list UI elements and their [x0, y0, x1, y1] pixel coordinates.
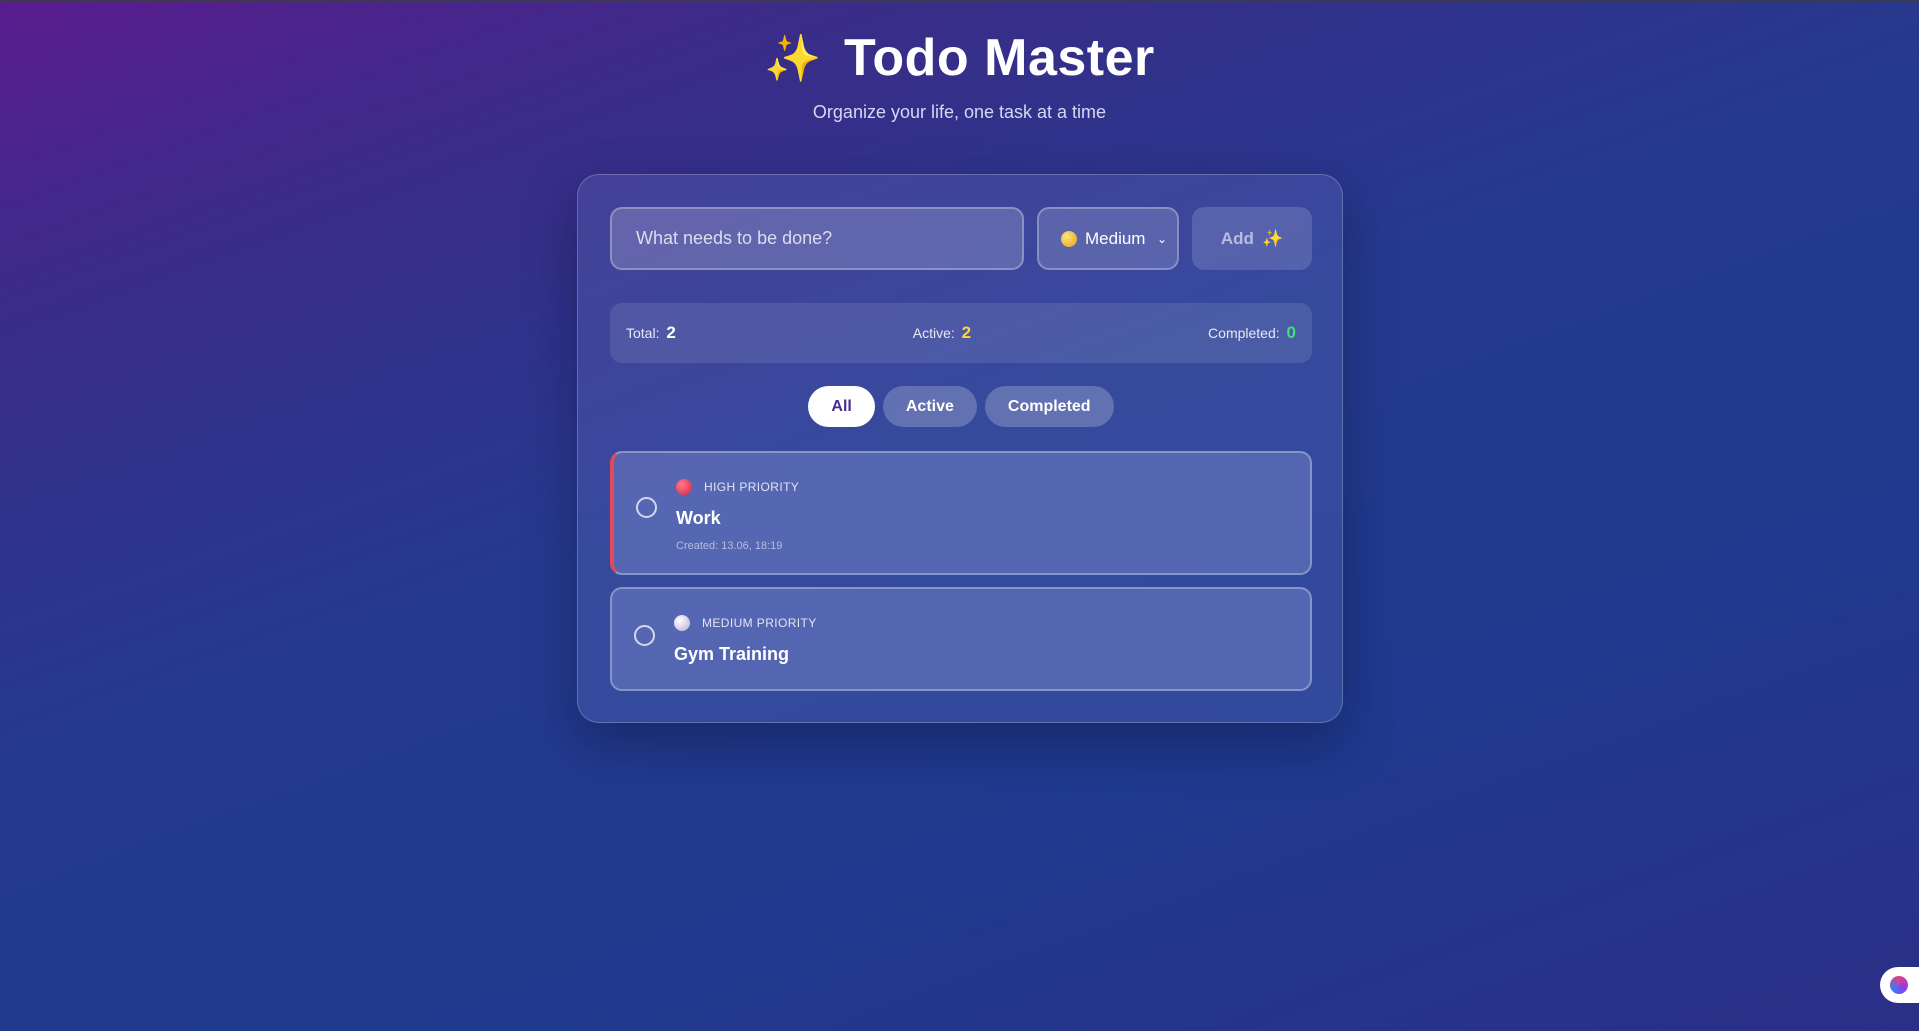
- add-button[interactable]: Add ✨: [1192, 207, 1312, 270]
- stat-total-value: 2: [666, 323, 676, 342]
- todo-item[interactable]: HIGH PRIORITY Work Created: 13.06, 18:19: [610, 451, 1312, 575]
- priority-select[interactable]: Medium ⌄: [1037, 207, 1179, 270]
- filter-all[interactable]: All: [808, 386, 875, 427]
- todo-title[interactable]: Gym Training: [674, 644, 789, 665]
- priority-select-value: Medium: [1085, 228, 1146, 248]
- todo-priority: HIGH PRIORITY: [676, 479, 799, 495]
- filter-completed[interactable]: Completed: [984, 386, 1114, 427]
- todo-checkbox[interactable]: [634, 625, 655, 646]
- sparkles-icon: ✨: [764, 31, 822, 84]
- stat-total: Total: 2: [626, 323, 676, 343]
- app-title-text: Todo Master: [844, 29, 1155, 87]
- stat-completed-label: Completed:: [1208, 325, 1280, 341]
- filter-active[interactable]: Active: [882, 386, 977, 427]
- todo-card: Medium ⌄ Add ✨ Total: 2 Active: 2 Comple…: [577, 174, 1343, 723]
- stats-bar: Total: 2 Active: 2 Completed: 0: [610, 303, 1312, 363]
- new-todo-input[interactable]: [610, 207, 1024, 270]
- todo-checkbox[interactable]: [636, 497, 657, 518]
- filter-tabs: All Active Completed: [578, 386, 1344, 427]
- todo-priority-label: HIGH PRIORITY: [704, 480, 800, 494]
- stat-completed-value: 0: [1286, 323, 1296, 342]
- stat-active: Active: 2: [913, 323, 971, 343]
- stat-active-value: 2: [961, 323, 972, 342]
- yellow-circle-icon: [1061, 230, 1077, 247]
- app-subtitle: Organize your life, one task at a time: [812, 102, 1107, 122]
- new-todo-row: Medium ⌄ Add ✨: [610, 207, 1312, 270]
- chevron-down-icon: ⌄: [1156, 231, 1167, 246]
- todo-priority: MEDIUM PRIORITY: [674, 615, 817, 631]
- brain-icon: [1890, 976, 1908, 994]
- todo-item[interactable]: MEDIUM PRIORITY Gym Training: [610, 587, 1312, 691]
- app-title: ✨ Todo Master: [764, 28, 1155, 88]
- todo-priority-label: MEDIUM PRIORITY: [702, 616, 817, 630]
- red-circle-icon: [676, 479, 692, 495]
- stat-active-label: Active:: [912, 325, 955, 341]
- todo-title[interactable]: Work: [676, 508, 721, 529]
- app-header: ✨ Todo Master Organize your life, one ta…: [0, 28, 1919, 123]
- add-button-label: Add: [1220, 228, 1254, 248]
- todo-created: Created: 13.06, 18:19: [676, 540, 783, 552]
- browser-top-edge: [0, 0, 1919, 2]
- stat-completed: Completed: 0: [1208, 323, 1296, 343]
- stat-total-label: Total:: [626, 325, 660, 341]
- white-circle-icon: [674, 615, 690, 631]
- assistant-button[interactable]: [1880, 967, 1919, 1003]
- sparkles-icon: ✨: [1261, 228, 1284, 248]
